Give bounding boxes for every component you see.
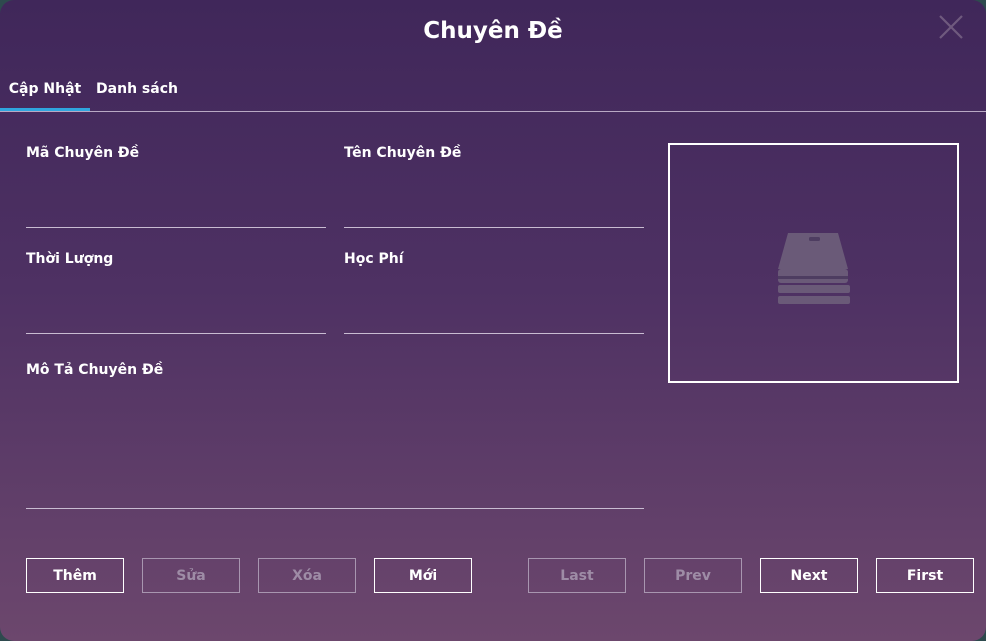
sua-button[interactable]: Sửa xyxy=(142,558,240,593)
last-button[interactable]: Last xyxy=(528,558,626,593)
hoc-phi-label: Học Phí xyxy=(344,251,404,267)
dialog-title: Chuyên Đề xyxy=(423,18,563,44)
close-icon[interactable] xyxy=(938,14,964,40)
tab-bar: Cập Nhật Danh sách xyxy=(0,74,986,112)
mo-ta-label: Mô Tả Chuyên Đề xyxy=(26,362,164,378)
tab-danh-sach[interactable]: Danh sách xyxy=(96,74,178,111)
them-button[interactable]: Thêm xyxy=(26,558,124,593)
ten-chuyen-de-label: Tên Chuyên Đề xyxy=(344,145,462,161)
prev-button[interactable]: Prev xyxy=(644,558,742,593)
ma-chuyen-de-label: Mã Chuyên Đề xyxy=(26,145,140,161)
first-button[interactable]: First xyxy=(876,558,974,593)
ten-chuyen-de-input[interactable] xyxy=(344,190,644,228)
thoi-luong-label: Thời Lượng xyxy=(26,251,114,267)
next-button[interactable]: Next xyxy=(760,558,858,593)
dialog-window: Chuyên Đề Cập Nhật Danh sách Mã Chuyên Đ… xyxy=(0,0,986,641)
ma-chuyen-de-input[interactable] xyxy=(26,190,326,228)
moi-button[interactable]: Mới xyxy=(374,558,472,593)
tab-cap-nhat[interactable]: Cập Nhật xyxy=(0,74,90,111)
image-preview[interactable] xyxy=(668,143,959,383)
book-stack-icon xyxy=(776,229,852,307)
thoi-luong-input[interactable] xyxy=(26,296,326,334)
mo-ta-textarea[interactable] xyxy=(26,392,644,509)
hoc-phi-input[interactable] xyxy=(344,296,644,334)
xoa-button[interactable]: Xóa xyxy=(258,558,356,593)
